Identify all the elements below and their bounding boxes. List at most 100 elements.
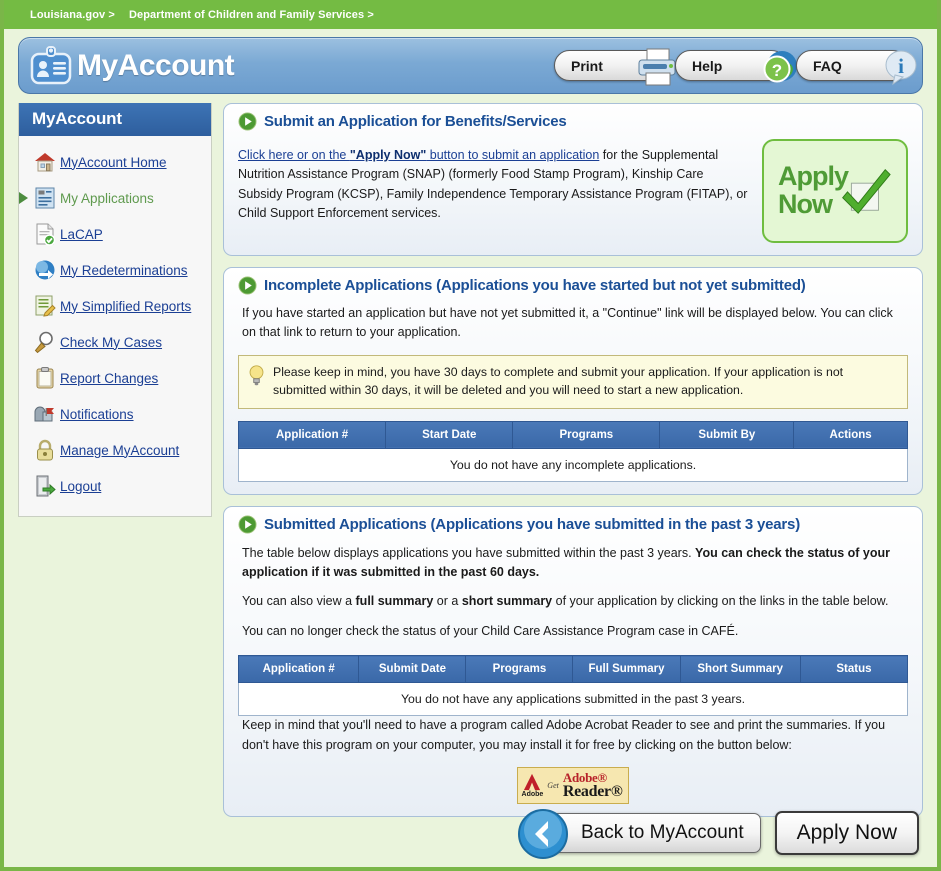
col-submit-by[interactable]: Submit By — [659, 420, 795, 449]
get-adobe-reader-button[interactable]: Adobe Get Adobe® Reader® — [516, 766, 630, 804]
app-page: Louisiana.gov > Department of Children a… — [0, 0, 941, 871]
adobe-a-icon: Adobe — [521, 773, 544, 798]
blue-back-arrow-icon — [517, 808, 569, 866]
apply-link-part1: Click here or on the — [238, 148, 350, 162]
col-programs[interactable]: Programs — [512, 420, 661, 449]
tip-text: Please keep in mind, you have 30 days to… — [273, 364, 844, 398]
green-checkmark-icon — [834, 160, 892, 223]
table-row: You do not have any applications submitt… — [238, 682, 908, 717]
back-to-myaccount-button[interactable]: Back to MyAccount — [517, 809, 761, 859]
sidebar-list: MyAccount Home My Applications LaCAP My … — [19, 136, 211, 516]
header-buttons: Print Help ? FAQ i — [554, 48, 917, 86]
table-row: You do not have any incomplete applicati… — [238, 447, 908, 482]
sidebar-item-logout[interactable]: Logout — [19, 468, 211, 504]
col-full-summary[interactable]: Full Summary — [572, 655, 681, 684]
adobe-brand-label: Adobe — [521, 790, 544, 798]
report-pencil-icon — [33, 294, 57, 318]
sidebar-link-lacap[interactable]: LaCAP — [60, 227, 103, 242]
back-to-myaccount-label: Back to MyAccount — [580, 822, 744, 843]
sidebar-item-myaccount-home[interactable]: MyAccount Home — [19, 144, 211, 180]
lightbulb-icon — [247, 364, 266, 388]
para1-part-a: The table below displays applications yo… — [242, 545, 696, 560]
svg-text:i: i — [898, 54, 904, 78]
sidebar-link-manage-myaccount[interactable]: Manage MyAccount — [60, 443, 179, 458]
incomplete-applications-table: Application # Start Date Programs Submit… — [237, 420, 908, 482]
col-short-summary[interactable]: Short Summary — [679, 655, 801, 684]
panel-submitted-para1: The table below displays applications yo… — [238, 538, 908, 583]
body-wrapper: MyAccount MyAccount Home My Applications… — [4, 94, 937, 828]
breadcrumb-item-louisiana[interactable]: Louisiana.gov > — [30, 9, 115, 21]
panel-incomplete-applications: Incomplete Applications (Applications yo… — [223, 267, 923, 495]
sidebar-link-logout[interactable]: Logout — [60, 479, 101, 494]
submitted-empty-message: You do not have any applications submitt… — [238, 682, 908, 717]
adobe-get-label: Get — [547, 780, 559, 790]
mailbox-icon — [33, 402, 57, 426]
sidebar-item-my-simplified-reports[interactable]: My Simplified Reports — [19, 288, 211, 324]
globe-question-icon: ? — [760, 47, 800, 90]
sidebar-link-notifications[interactable]: Notifications — [60, 407, 134, 422]
sidebar-item-notifications[interactable]: Notifications — [19, 396, 211, 432]
print-button[interactable]: Print — [554, 48, 676, 86]
faq-button[interactable]: FAQ i — [796, 50, 917, 86]
breadcrumb-item-dcfs[interactable]: Department of Children and Family Servic… — [129, 9, 374, 21]
panel-submitted-para3: You can no longer check the status of yo… — [242, 623, 739, 638]
sidebar-link-report-changes[interactable]: Report Changes — [60, 371, 158, 386]
sidebar: MyAccount MyAccount Home My Applications… — [18, 103, 212, 517]
faq-button-label: FAQ — [813, 57, 842, 74]
sidebar-item-report-changes[interactable]: Report Changes — [19, 360, 211, 396]
panel-submit-title: Submit an Application for Benefits/Servi… — [264, 113, 567, 130]
para2-part-a: You can also view a — [242, 594, 356, 609]
padlock-icon — [33, 438, 57, 462]
panel-incomplete-header: Incomplete Applications (Applications yo… — [238, 276, 908, 295]
help-button-label: Help — [692, 57, 723, 74]
col-actions[interactable]: Actions — [793, 420, 908, 449]
apply-now-button[interactable]: Apply Now — [774, 811, 919, 855]
apply-now-button-label: Apply Now — [796, 821, 897, 844]
id-badge-icon — [29, 45, 73, 87]
panel-incomplete-title: Incomplete Applications (Applications yo… — [264, 277, 806, 294]
panel-submitted-applications: Submitted Applications (Applications you… — [223, 505, 923, 817]
panel-submitted-header: Submitted Applications (Applications you… — [238, 515, 908, 534]
apply-now-box[interactable]: Apply Now — [762, 139, 908, 243]
panel-submit-header: Submit an Application for Benefits/Servi… — [238, 112, 908, 131]
sidebar-title: MyAccount — [19, 103, 211, 136]
help-button[interactable]: Help ? — [675, 50, 797, 83]
adobe-word-reader: Reader® — [562, 782, 623, 800]
sidebar-item-manage-myaccount[interactable]: Manage MyAccount — [19, 432, 211, 468]
document-check-icon — [33, 222, 57, 246]
active-arrow-icon — [19, 192, 28, 204]
submitted-applications-table: Application # Submit Date Programs Full … — [237, 655, 909, 717]
blue-refresh-icon — [33, 258, 57, 282]
sidebar-item-check-my-cases[interactable]: Check My Cases — [19, 324, 211, 360]
sidebar-link-my-simplified-reports[interactable]: My Simplified Reports — [60, 299, 191, 314]
print-button-label: Print — [571, 57, 603, 74]
sidebar-link-my-applications[interactable]: My Applications — [60, 191, 154, 206]
panel-submit-body: Click here or on the "Apply Now" button … — [238, 135, 748, 224]
house-icon — [33, 150, 57, 174]
svg-text:?: ? — [772, 61, 782, 80]
col-programs[interactable]: Programs — [465, 655, 574, 684]
sidebar-link-myaccount-home[interactable]: MyAccount Home — [60, 155, 167, 170]
sidebar-item-my-applications[interactable]: My Applications — [19, 180, 211, 216]
printer-icon — [635, 47, 679, 90]
col-application-number[interactable]: Application # — [237, 420, 387, 449]
col-application-number[interactable]: Application # — [237, 655, 360, 684]
green-play-icon — [238, 112, 257, 131]
app-header: MyAccount Print Help ? FAQ i — [18, 37, 923, 94]
panel-incomplete-intro: If you have started an application but h… — [242, 306, 893, 340]
magnifier-icon — [33, 330, 57, 354]
footer-buttons: Back to MyAccount Apply Now — [517, 809, 919, 859]
sidebar-link-check-my-cases[interactable]: Check My Cases — [60, 335, 162, 350]
para2-part-d: short summary — [461, 594, 553, 609]
para2-part-e: of your application by clicking on the l… — [552, 594, 889, 609]
panel-submit-application: Submit an Application for Benefits/Servi… — [223, 103, 923, 256]
adobe-wrap: Adobe Get Adobe® Reader® — [238, 766, 908, 804]
sidebar-item-my-redeterminations[interactable]: My Redeterminations — [19, 252, 211, 288]
sidebar-item-lacap[interactable]: LaCAP — [19, 216, 211, 252]
col-start-date[interactable]: Start Date — [385, 420, 514, 449]
apply-now-link[interactable]: Click here or on the "Apply Now" button … — [238, 148, 599, 162]
exit-door-icon — [33, 474, 57, 498]
col-submit-date[interactable]: Submit Date — [358, 655, 467, 684]
col-status[interactable]: Status — [799, 655, 909, 684]
sidebar-link-my-redeterminations[interactable]: My Redeterminations — [60, 263, 188, 278]
